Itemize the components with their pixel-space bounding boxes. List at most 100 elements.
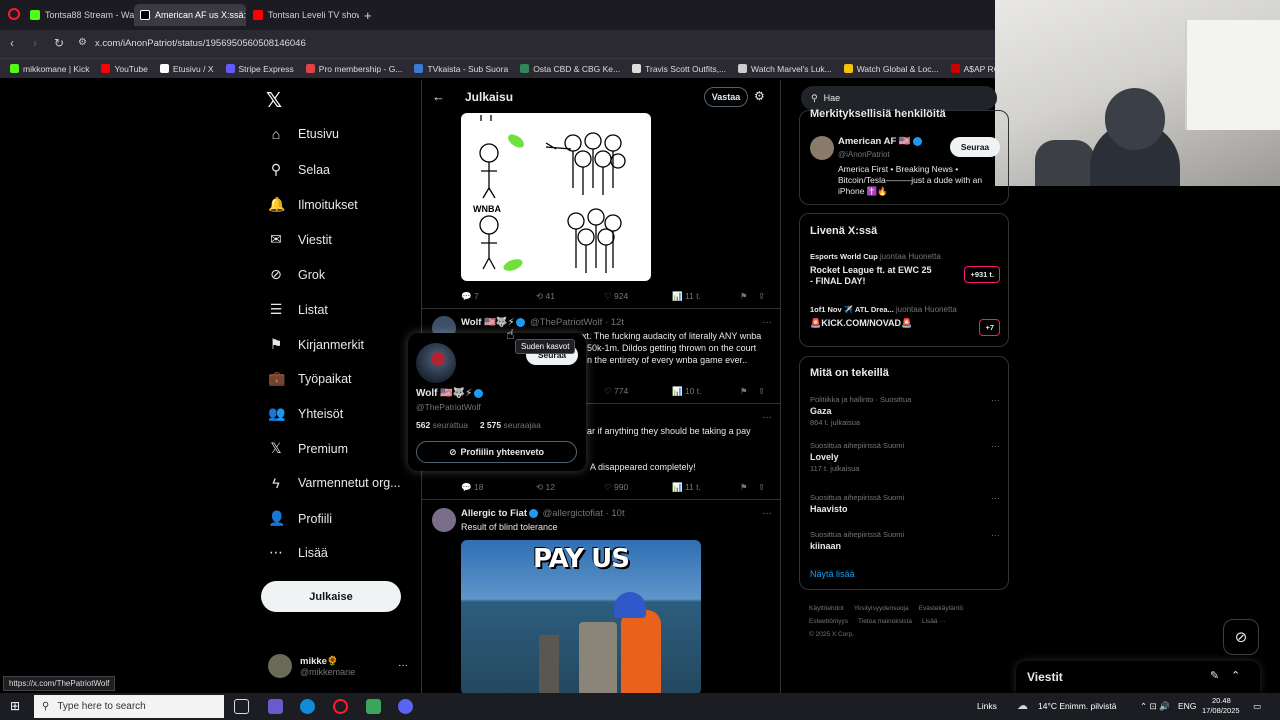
more-icon[interactable]: ··· xyxy=(991,441,1000,451)
nav-item-kirjanmerkit[interactable]: ⚑ Kirjanmerkit xyxy=(268,336,364,353)
hover-handle[interactable]: @ThePatriotWolf xyxy=(416,402,481,412)
tab-kick-stream[interactable]: Tontsa88 Stream - Wa xyxy=(24,4,134,26)
grok-floating-icon[interactable]: ⊘ xyxy=(1223,619,1259,655)
opera-icon[interactable] xyxy=(333,699,348,714)
author-handle[interactable]: @ThePatriotWolf · 12t xyxy=(530,317,624,328)
more-icon[interactable]: ··· xyxy=(991,395,1000,405)
avatar[interactable] xyxy=(810,136,834,160)
footer-link[interactable]: Yksityisyydensuoja xyxy=(854,605,909,612)
trend-item[interactable]: Politiikka ja hallinto · Suosittua Gaza 86… xyxy=(810,395,1000,427)
avatar[interactable] xyxy=(416,343,456,383)
chevron-up-icon[interactable]: ⌃ xyxy=(1231,669,1240,682)
search-input[interactable]: ⚲ Hae xyxy=(801,86,997,110)
tab-youtube[interactable]: Tontsan Leveli TV show & xyxy=(247,4,359,26)
nav-item-premium[interactable]: 𝕏 Premium xyxy=(268,440,348,457)
bookmark-item[interactable]: Watch Marvel's Luk... xyxy=(738,64,832,74)
nav-item-työpaikat[interactable]: 💼 Työpaikat xyxy=(268,370,352,387)
forward-nav-icon[interactable]: › xyxy=(33,36,37,50)
links-toolbar[interactable]: Links xyxy=(977,701,997,711)
nav-item-lisää[interactable]: ⋯ Lisää xyxy=(268,544,328,561)
more-icon[interactable]: ··· xyxy=(991,493,1000,503)
author-name[interactable]: Allergic to Fiat xyxy=(461,508,527,519)
app-icon[interactable] xyxy=(366,699,381,714)
more-icon[interactable]: ··· xyxy=(762,412,772,423)
nav-item-listat[interactable]: ☰ Listat xyxy=(268,301,328,318)
app-icon[interactable] xyxy=(268,699,283,714)
live-item[interactable]: 1of1 Nov ✈️ ATL Drea... juontaa Huonetta… xyxy=(810,305,1000,336)
nav-item-profiili[interactable]: 👤 Profiili xyxy=(268,510,332,527)
discord-icon[interactable] xyxy=(398,699,413,714)
more-options-icon[interactable]: ··· xyxy=(398,660,408,671)
like-count[interactable]: ♡ 990 xyxy=(604,482,672,493)
filter-sliders-icon[interactable]: ⚙ xyxy=(754,89,765,103)
avatar[interactable] xyxy=(432,508,456,532)
bookmark-item[interactable]: mikkomane | Kick xyxy=(10,64,89,74)
tab-active-post[interactable]: American AF us X:ssä: "W × xyxy=(134,4,246,26)
bookmark-item[interactable]: Travis Scott Outfits,... xyxy=(632,64,726,74)
footer-link[interactable]: Käyttöehdot xyxy=(809,605,844,612)
site-info-icon[interactable]: ⚙ xyxy=(78,37,87,48)
trend-item[interactable]: Suosittua aihepiirissä Suomi Haavisto ··· xyxy=(810,493,1000,516)
footer-link[interactable]: © 2025 X Corp. xyxy=(809,631,854,638)
reply-count[interactable]: 💬 7 xyxy=(461,291,536,302)
like-count[interactable]: ♡ 924 xyxy=(604,291,672,302)
view-count[interactable]: 📊 11 t. xyxy=(672,482,740,493)
clock-date[interactable]: 17/08/2025 xyxy=(1202,706,1240,715)
taskbar-search-input[interactable]: ⚲ Type here to search xyxy=(34,695,224,718)
new-tab-icon[interactable]: + xyxy=(364,8,372,23)
more-icon[interactable]: ··· xyxy=(762,508,772,519)
language[interactable]: ENG xyxy=(1178,701,1196,711)
share-icon[interactable]: ⇪ xyxy=(758,291,765,302)
bookmark-icon[interactable]: ⚑ xyxy=(740,291,758,302)
nav-item-ilmoitukset[interactable]: 🔔 Ilmoitukset xyxy=(268,196,358,213)
windows-start-icon[interactable]: ⊞ xyxy=(10,699,20,713)
bookmark-icon[interactable]: ⚑ xyxy=(740,386,758,397)
back-arrow-icon[interactable]: ← xyxy=(432,89,445,104)
clock-time[interactable]: 20.48 xyxy=(1212,696,1231,705)
messages-drawer[interactable]: Viestit ✎ ⌃ xyxy=(1016,661,1260,693)
nav-item-etusivu[interactable]: ⌂ Etusivu xyxy=(268,126,339,142)
post-button[interactable]: Julkaise xyxy=(261,581,401,612)
trend-item[interactable]: Suosittua aihepiirissä Suomi Lovely 117 t.… xyxy=(810,441,1000,473)
footer-link[interactable]: Tietoa mainoksista xyxy=(858,618,912,625)
tray-icons[interactable]: ⌃ ⊡ 🔊 xyxy=(1140,701,1170,712)
live-item[interactable]: Esports World Cup juontaa Huonetta Rocket… xyxy=(810,252,1000,286)
share-icon[interactable]: ⇪ xyxy=(758,386,765,397)
footer-link[interactable]: Esteettömyys xyxy=(809,618,848,625)
follow-button[interactable]: Seuraa xyxy=(950,137,1000,157)
bookmark-item[interactable]: Pro membership - G... xyxy=(305,64,402,74)
like-count[interactable]: ♡ 774 xyxy=(604,386,672,397)
opera-icon[interactable] xyxy=(8,8,20,20)
back-nav-icon[interactable]: ‹ xyxy=(10,36,14,50)
bookmark-icon[interactable]: ⚑ xyxy=(740,482,758,493)
nav-item-yhteisöt[interactable]: 👥 Yhteisöt xyxy=(268,405,343,422)
nav-item-grok[interactable]: ⊘ Grok xyxy=(268,266,325,283)
nav-item-viestit[interactable]: ✉ Viestit xyxy=(268,231,332,248)
account-switcher[interactable]: mikke🌻 @mikkemane xyxy=(268,654,355,678)
account-handle[interactable]: @iAnonPatriot xyxy=(838,150,890,159)
reply-button[interactable]: Vastaa xyxy=(704,87,748,107)
x-logo-icon[interactable]: 𝕏 xyxy=(266,88,282,113)
footer-link[interactable]: Evästekäytäntö xyxy=(919,605,963,612)
author-handle[interactable]: @allergictofiat · 10t xyxy=(543,508,625,519)
profile-summary-button[interactable]: ⊘ Profiilin yhteenveto xyxy=(416,441,577,463)
live-count-badge[interactable]: +7 xyxy=(979,319,1000,336)
account-name[interactable]: American AF 🇺🇸 xyxy=(838,136,924,147)
notification-icon[interactable]: ▭ xyxy=(1253,701,1261,712)
post-video[interactable]: PAY US xyxy=(461,540,701,693)
bookmark-item[interactable]: Stripe Express xyxy=(225,64,294,74)
reply-count[interactable]: 💬 18 xyxy=(461,482,536,493)
reload-icon[interactable]: ↻ xyxy=(54,36,64,50)
repost-count[interactable]: ⟲ 41 xyxy=(536,291,604,302)
live-count-badge[interactable]: +931 t. xyxy=(964,266,1000,283)
bookmark-item[interactable]: Watch Global & Loc... xyxy=(843,64,939,74)
following-link[interactable]: 562 seurattua xyxy=(416,420,468,430)
comic-image[interactable]: WNBA xyxy=(461,113,651,281)
url-field[interactable]: x.com/iAnonPatriot/status/19569505605081… xyxy=(95,38,306,49)
view-count[interactable]: 📊 10 t. xyxy=(672,386,740,397)
more-icon[interactable]: ··· xyxy=(991,530,1000,540)
nav-item-varmennetut-org-[interactable]: ϟ Varmennetut org... xyxy=(268,475,400,491)
edge-icon[interactable] xyxy=(300,699,315,714)
repost-count[interactable]: ⟲ 12 xyxy=(536,482,604,493)
trend-item[interactable]: Suosittua aihepiirissä Suomi kiinaan ··· xyxy=(810,530,1000,553)
